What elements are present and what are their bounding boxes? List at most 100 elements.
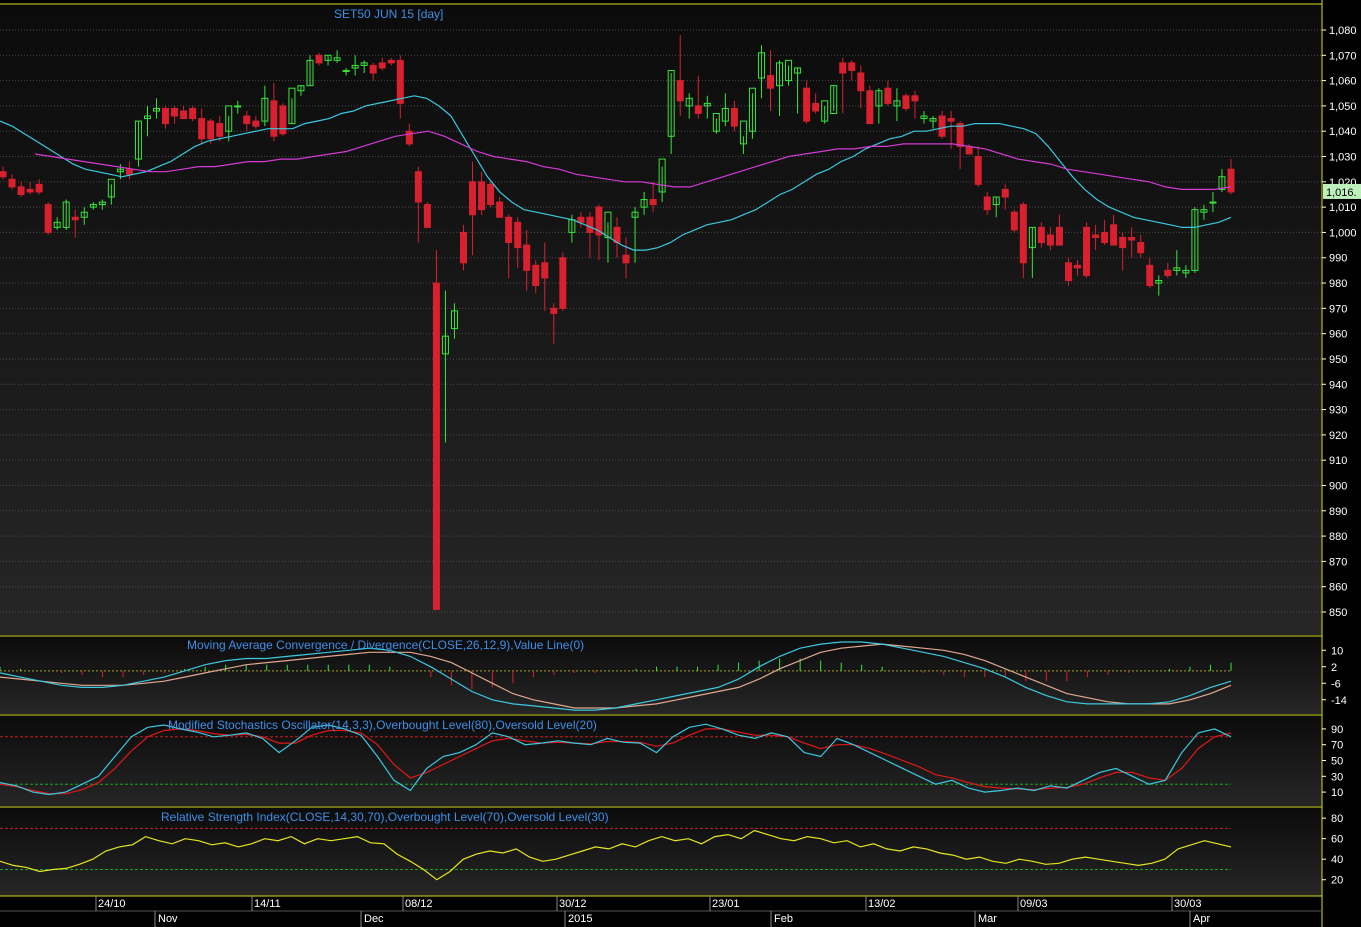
candle-body[interactable] bbox=[803, 87, 811, 122]
rsi-tick-label: 60 bbox=[1331, 834, 1343, 846]
candle-body[interactable] bbox=[694, 105, 702, 115]
candle-body[interactable] bbox=[180, 110, 188, 120]
candle-body[interactable] bbox=[369, 64, 377, 74]
price-tick-label: 890 bbox=[1329, 506, 1347, 518]
stochastics-tick-label: 90 bbox=[1331, 724, 1343, 736]
candle-body[interactable] bbox=[1227, 168, 1235, 193]
candle-body[interactable] bbox=[460, 231, 467, 264]
candle-body[interactable] bbox=[26, 188, 34, 193]
candle-body[interactable] bbox=[414, 171, 422, 203]
candle-body[interactable] bbox=[1019, 204, 1027, 264]
candle-body[interactable] bbox=[1164, 269, 1172, 276]
price-tick-label: 870 bbox=[1329, 556, 1347, 568]
candle-body[interactable] bbox=[1110, 224, 1118, 246]
candle-body[interactable] bbox=[405, 130, 413, 145]
candle-body[interactable] bbox=[866, 90, 874, 125]
candle-body[interactable] bbox=[279, 105, 287, 135]
candle-body[interactable] bbox=[423, 204, 431, 228]
candle-body[interactable] bbox=[1010, 211, 1018, 231]
candle-body[interactable] bbox=[505, 216, 513, 244]
price-tick-label: 920 bbox=[1329, 430, 1347, 442]
candle-body[interactable] bbox=[1209, 201, 1217, 204]
price-tick-label: 900 bbox=[1329, 480, 1347, 492]
candle-body[interactable] bbox=[902, 95, 910, 109]
candle-body[interactable] bbox=[315, 54, 323, 64]
candle-body[interactable] bbox=[270, 100, 278, 137]
candle-body[interactable] bbox=[17, 186, 25, 195]
candle-body[interactable] bbox=[839, 62, 847, 74]
candle-body[interactable] bbox=[911, 95, 919, 102]
candle-body[interactable] bbox=[1001, 188, 1009, 198]
candle-body[interactable] bbox=[71, 216, 79, 221]
candle-body[interactable] bbox=[35, 183, 43, 193]
date-label: 30/03 bbox=[1174, 898, 1202, 910]
candle-body[interactable] bbox=[947, 118, 955, 122]
candle-body[interactable] bbox=[496, 201, 504, 218]
candle-body[interactable] bbox=[342, 69, 350, 72]
candle-body[interactable] bbox=[478, 181, 486, 211]
candle-body[interactable] bbox=[487, 183, 495, 206]
candle-body[interactable] bbox=[559, 257, 567, 309]
candle-body[interactable] bbox=[1119, 236, 1127, 249]
candle-body[interactable] bbox=[1146, 264, 1154, 287]
stochastics-tick-label: 70 bbox=[1331, 740, 1343, 752]
candle-body[interactable] bbox=[1055, 226, 1063, 246]
candle-body[interactable] bbox=[586, 216, 594, 233]
price-tick-label: 930 bbox=[1329, 405, 1347, 417]
candle-body[interactable] bbox=[1037, 226, 1045, 244]
candle-body[interactable] bbox=[469, 181, 477, 216]
candle-body[interactable] bbox=[198, 118, 206, 140]
candle-body[interactable] bbox=[387, 59, 395, 64]
candle-body[interactable] bbox=[234, 105, 242, 108]
candle-body[interactable] bbox=[216, 123, 224, 137]
candle-body[interactable] bbox=[514, 221, 522, 249]
candle-body[interactable] bbox=[125, 168, 133, 175]
candle-body[interactable] bbox=[767, 75, 774, 89]
candle-body[interactable] bbox=[1101, 231, 1109, 244]
date-label: 23/01 bbox=[712, 898, 740, 910]
candle-body[interactable] bbox=[676, 80, 684, 102]
candle-body[interactable] bbox=[1064, 262, 1072, 282]
candle-body[interactable] bbox=[8, 178, 16, 188]
candle-body[interactable] bbox=[956, 123, 964, 147]
candle-body[interactable] bbox=[857, 72, 865, 92]
candle-body[interactable] bbox=[649, 199, 657, 206]
price-tick-label: 940 bbox=[1329, 379, 1347, 391]
candle-body[interactable] bbox=[974, 156, 982, 185]
candle-body[interactable] bbox=[622, 254, 630, 264]
candle-body[interactable] bbox=[396, 59, 404, 104]
candle-body[interactable] bbox=[432, 282, 440, 610]
candle-body[interactable] bbox=[884, 87, 892, 104]
candle-body[interactable] bbox=[550, 307, 558, 314]
candle-body[interactable] bbox=[162, 107, 170, 125]
candle-body[interactable] bbox=[523, 244, 531, 271]
candle-body[interactable] bbox=[378, 62, 386, 69]
price-tick-label: 950 bbox=[1329, 354, 1347, 366]
candle-body[interactable] bbox=[1137, 242, 1145, 254]
candle-body[interactable] bbox=[1074, 264, 1081, 269]
candle-body[interactable] bbox=[965, 145, 973, 155]
candle-body[interactable] bbox=[171, 107, 179, 117]
price-tick-label: 1,010 bbox=[1329, 202, 1357, 214]
candle-body[interactable] bbox=[812, 102, 820, 112]
candle-body[interactable] bbox=[1092, 234, 1100, 238]
month-label: Feb bbox=[774, 913, 793, 925]
price-tick-label: 1,080 bbox=[1329, 25, 1357, 37]
candle-body[interactable] bbox=[848, 62, 856, 71]
candle-body[interactable] bbox=[1128, 236, 1136, 241]
candle-body[interactable] bbox=[983, 196, 991, 211]
candle-body[interactable] bbox=[252, 120, 260, 127]
stochastics-tick-label: 50 bbox=[1331, 756, 1343, 768]
candle-body[interactable] bbox=[44, 204, 52, 233]
candle-body[interactable] bbox=[189, 107, 197, 120]
candle-body[interactable] bbox=[1046, 234, 1054, 246]
candle-body[interactable] bbox=[532, 264, 540, 287]
candle-body[interactable] bbox=[730, 107, 738, 127]
candle-body[interactable] bbox=[207, 120, 215, 140]
candle-body[interactable] bbox=[938, 115, 946, 137]
candle-body[interactable] bbox=[243, 115, 251, 125]
candle-body[interactable] bbox=[0, 171, 7, 178]
candle-body[interactable] bbox=[1083, 226, 1091, 276]
candle-body[interactable] bbox=[577, 216, 585, 223]
candle-body[interactable] bbox=[541, 262, 549, 279]
